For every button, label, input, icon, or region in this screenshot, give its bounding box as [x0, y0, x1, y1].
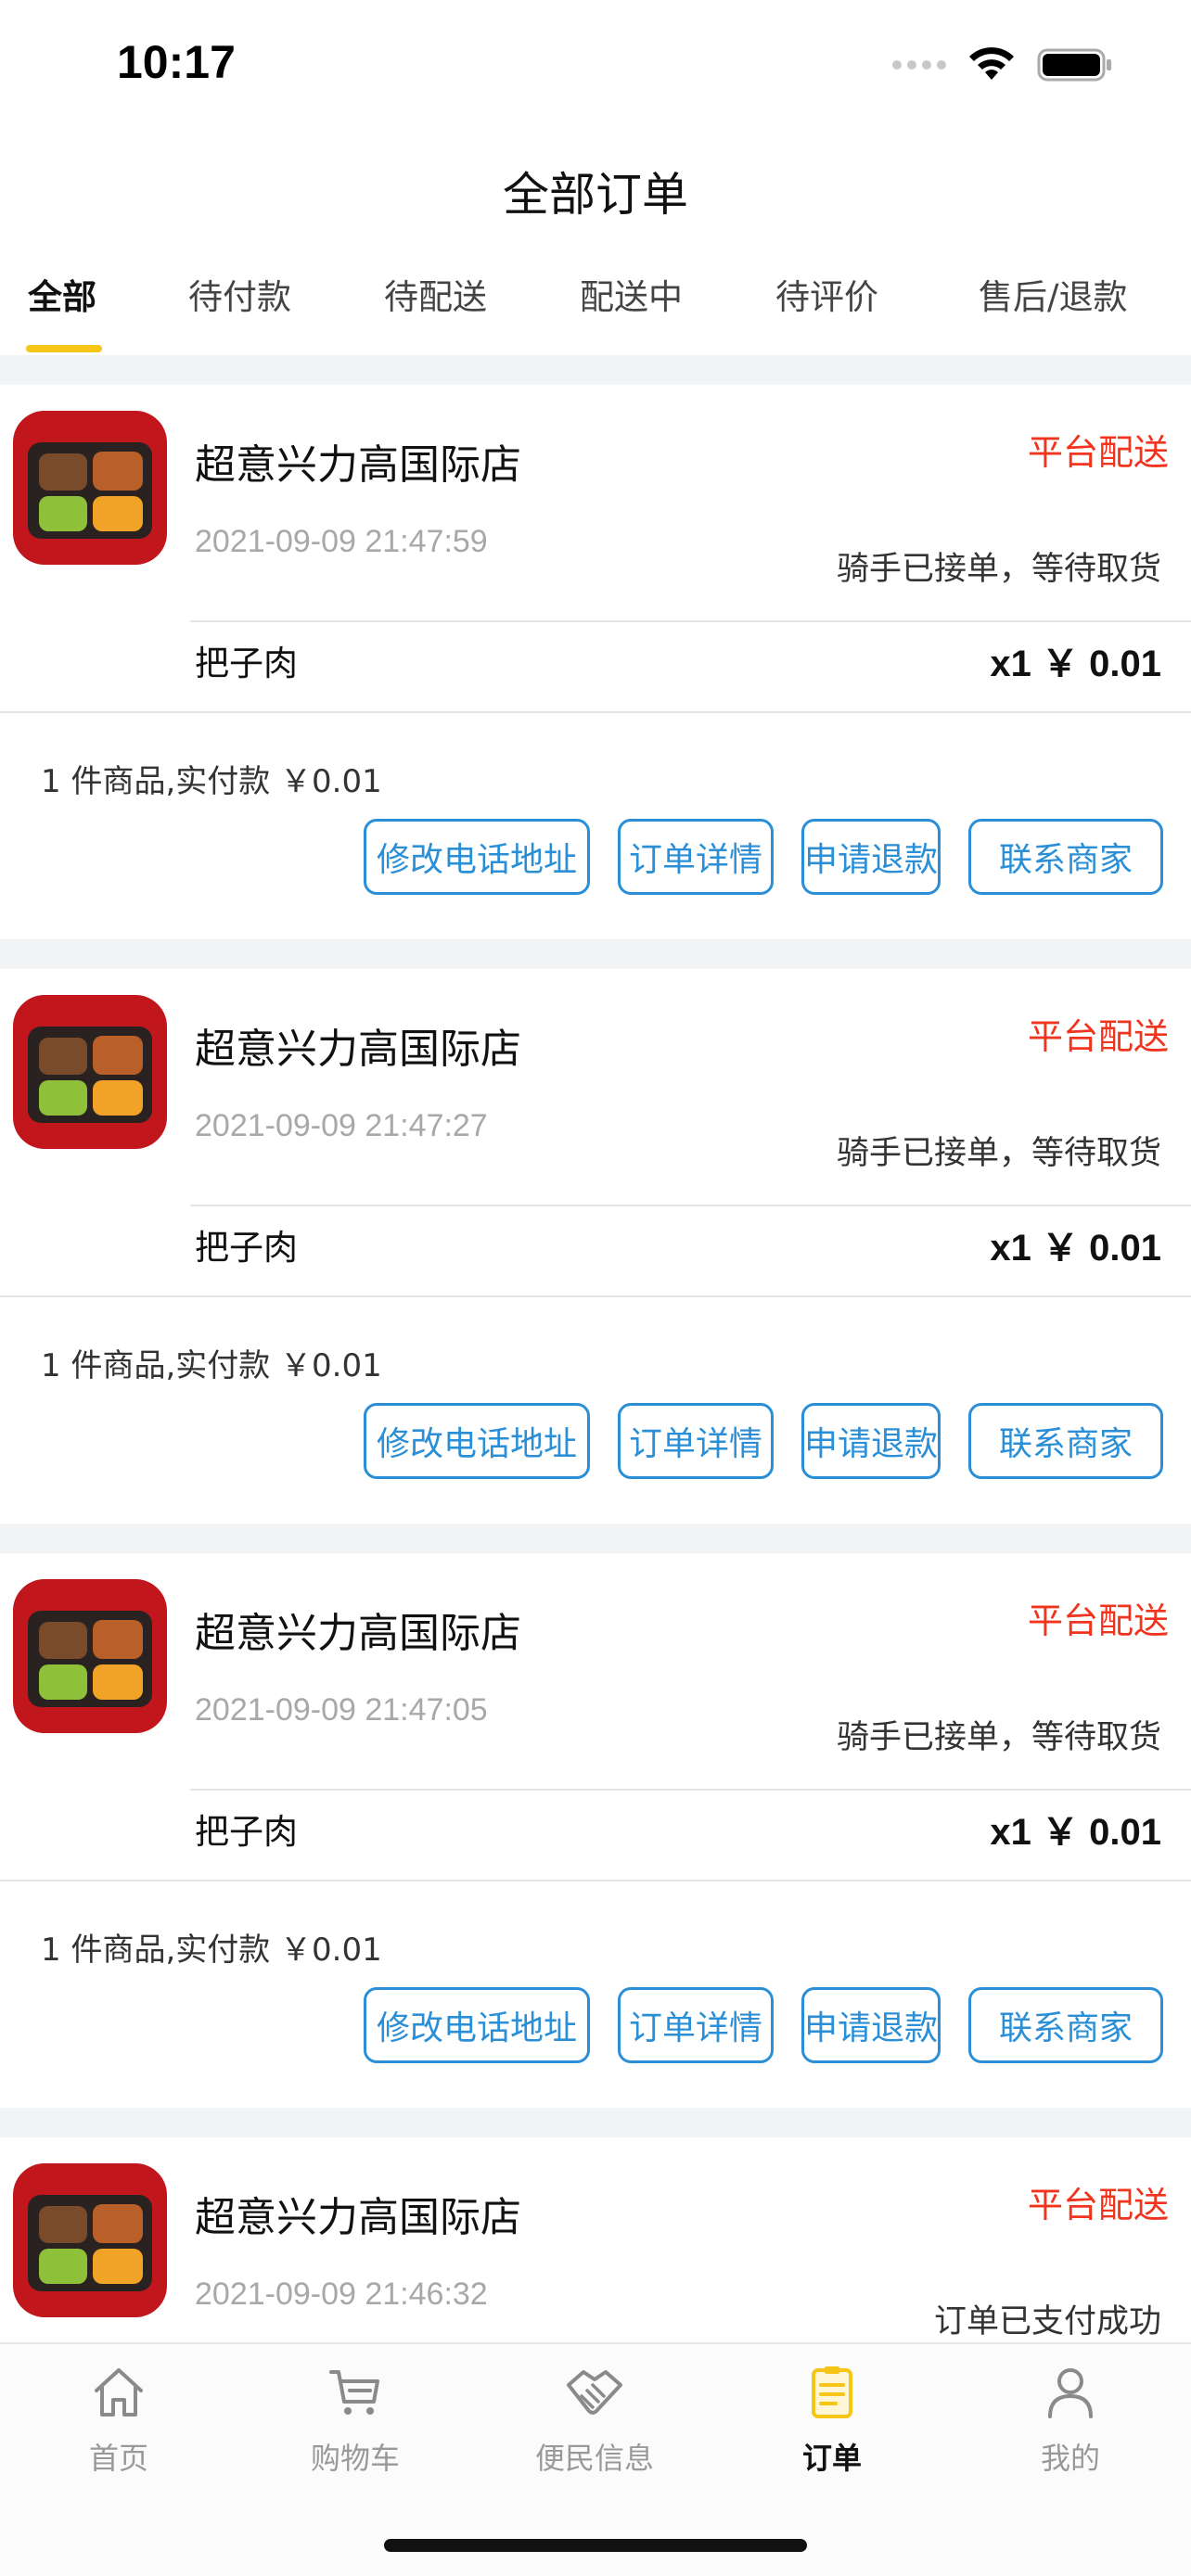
- order-details-button[interactable]: 订单详情: [618, 1987, 774, 2063]
- shop-logo: [13, 2163, 167, 2317]
- tabbar-label: 购物车: [310, 2441, 400, 2476]
- contact-merchant-button[interactable]: 联系商家: [968, 1987, 1163, 2063]
- divider: [0, 711, 1191, 713]
- status-icons: [892, 46, 1113, 83]
- contact-merchant-button[interactable]: 联系商家: [968, 819, 1163, 895]
- home-icon: [95, 2368, 143, 2417]
- shop-logo: [13, 1579, 167, 1733]
- tabbar-home[interactable]: 首页: [26, 2363, 211, 2493]
- tabbar-label: 首页: [88, 2441, 148, 2476]
- cart-icon: [329, 2370, 379, 2415]
- tabbar-orders[interactable]: 订单: [739, 2363, 925, 2493]
- section-divider: [0, 355, 1191, 385]
- order-details-button[interactable]: 订单详情: [618, 819, 774, 895]
- tab-pending-delivery[interactable]: 待配送: [384, 269, 487, 352]
- item-name: 把子肉: [195, 1812, 298, 1852]
- order-summary: 1 件商品,实付款 ￥0.01: [41, 1347, 382, 1384]
- item-quantity-price: x1 ￥ 0.01: [990, 1812, 1161, 1853]
- tabbar-label: 便民信息: [534, 2441, 654, 2476]
- modify-phone-address-button[interactable]: 修改电话地址: [364, 819, 590, 895]
- request-refund-button[interactable]: 申请退款: [801, 819, 941, 895]
- tabbar-profile[interactable]: 我的: [978, 2363, 1163, 2493]
- wifi-icon: [969, 47, 1014, 80]
- status-bar: 10:17: [0, 0, 1191, 130]
- tabbar-community-info[interactable]: 便民信息: [502, 2363, 687, 2493]
- order-list-icon: [812, 2366, 852, 2418]
- page-title: 全部订单: [503, 168, 688, 222]
- delivery-type-badge: 平台配送: [1027, 1600, 1169, 1641]
- order-time: 2021-09-09 21:46:32: [195, 2276, 488, 2312]
- order-status: 骑手已接单，等待取货: [836, 551, 1161, 588]
- order-card: 超意兴力高国际店 平台配送 2021-09-09 21:47:05 骑手已接单，…: [0, 1553, 1191, 2108]
- shop-name[interactable]: 超意兴力高国际店: [195, 431, 521, 491]
- shop-name[interactable]: 超意兴力高国际店: [195, 2184, 521, 2243]
- order-status: 骑手已接单，等待取货: [836, 1719, 1161, 1756]
- order-time: 2021-09-09 21:47:59: [195, 524, 488, 559]
- order-separator: [0, 939, 1191, 969]
- divider: [190, 1789, 1191, 1791]
- order-card: 超意兴力高国际店 平台配送 2021-09-09 21:46:32 订单已支付成…: [0, 2137, 1191, 2341]
- order-details-button[interactable]: 订单详情: [618, 1403, 774, 1479]
- request-refund-button[interactable]: 申请退款: [801, 1987, 941, 2063]
- order-tabs: 全部 待付款 待配送 配送中 待评价 售后/退款: [0, 269, 1191, 352]
- order-summary: 1 件商品,实付款 ￥0.01: [41, 763, 382, 800]
- order-separator: [0, 1524, 1191, 1553]
- tabbar-label: 订单: [801, 2441, 862, 2476]
- order-time: 2021-09-09 21:47:27: [195, 1108, 488, 1143]
- order-separator: [0, 2108, 1191, 2137]
- order-summary: 1 件商品,实付款 ￥0.01: [41, 1932, 382, 1969]
- home-indicator: [384, 2539, 807, 2552]
- divider: [0, 1880, 1191, 1881]
- shop-name[interactable]: 超意兴力高国际店: [195, 1600, 521, 1659]
- status-time: 10:17: [117, 36, 236, 88]
- tab-after-sales[interactable]: 售后/退款: [979, 269, 1127, 352]
- shop-name[interactable]: 超意兴力高国际店: [195, 1015, 521, 1075]
- order-card: 超意兴力高国际店 平台配送 2021-09-09 21:47:59 骑手已接单，…: [0, 385, 1191, 939]
- shop-logo: [13, 411, 167, 565]
- signal-dots-icon: [892, 60, 946, 70]
- modify-phone-address-button[interactable]: 修改电话地址: [364, 1403, 590, 1479]
- shop-logo: [13, 995, 167, 1149]
- item-name: 把子肉: [195, 1228, 298, 1268]
- battery-icon: [1037, 48, 1111, 82]
- request-refund-button[interactable]: 申请退款: [801, 1403, 941, 1479]
- item-name: 把子肉: [195, 644, 298, 683]
- profile-icon: [1048, 2368, 1093, 2418]
- item-quantity-price: x1 ￥ 0.01: [990, 1228, 1161, 1269]
- contact-merchant-button[interactable]: 联系商家: [968, 1403, 1163, 1479]
- handshake-icon: [567, 2370, 622, 2415]
- delivery-type-badge: 平台配送: [1027, 1016, 1169, 1057]
- tabbar-label: 我的: [1040, 2441, 1100, 2476]
- active-tab-indicator: [26, 345, 102, 352]
- delivery-type-badge: 平台配送: [1027, 432, 1169, 473]
- delivery-type-badge: 平台配送: [1027, 2185, 1169, 2225]
- order-status: 骑手已接单，等待取货: [836, 1135, 1161, 1172]
- tab-pending-payment[interactable]: 待付款: [188, 269, 291, 352]
- tabbar-cart[interactable]: 购物车: [263, 2363, 448, 2493]
- order-card: 超意兴力高国际店 平台配送 2021-09-09 21:47:27 骑手已接单，…: [0, 969, 1191, 1524]
- divider: [0, 1295, 1191, 1297]
- modify-phone-address-button[interactable]: 修改电话地址: [364, 1987, 590, 2063]
- item-quantity-price: x1 ￥ 0.01: [990, 644, 1161, 684]
- divider: [190, 1205, 1191, 1206]
- order-status: 订单已支付成功: [933, 2303, 1161, 2340]
- tab-delivering[interactable]: 配送中: [580, 269, 683, 352]
- divider: [190, 620, 1191, 622]
- tab-pending-review[interactable]: 待评价: [775, 269, 878, 352]
- tab-all[interactable]: 全部: [28, 269, 96, 352]
- order-time: 2021-09-09 21:47:05: [195, 1692, 488, 1728]
